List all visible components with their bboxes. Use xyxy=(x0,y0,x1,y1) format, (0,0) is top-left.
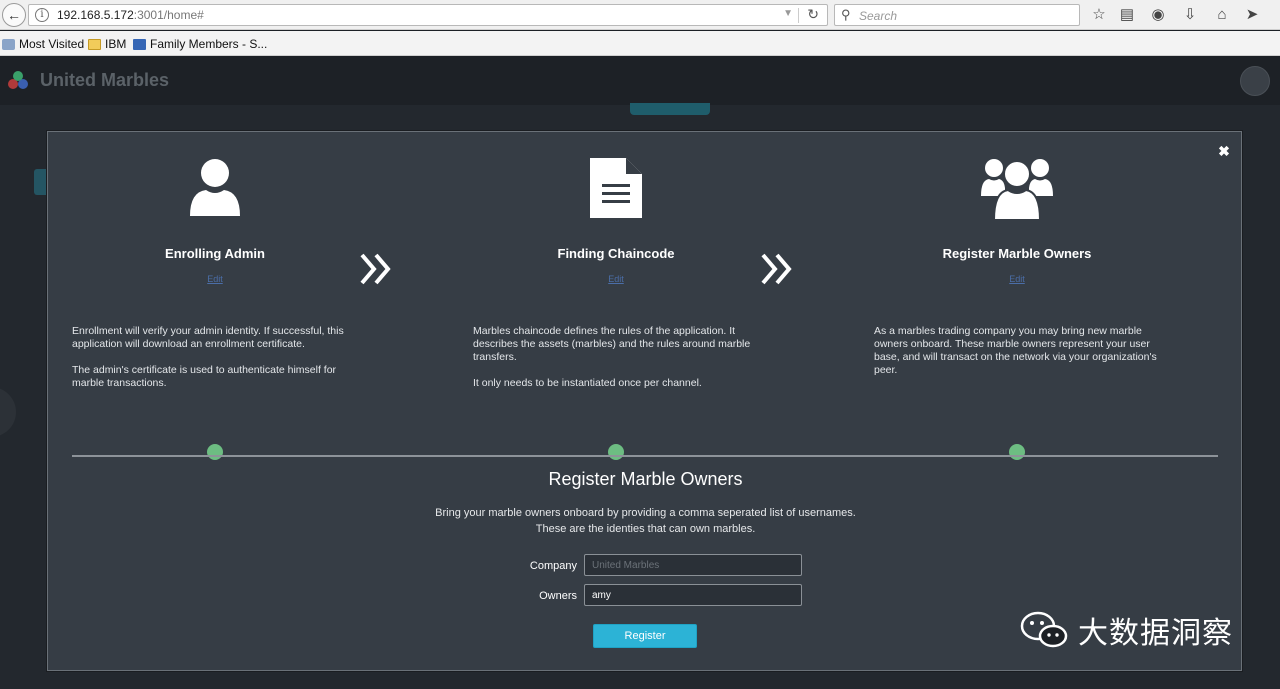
form-description: Bring your marble owners onboard by prov… xyxy=(48,505,1243,537)
user-icon xyxy=(65,150,365,222)
background-tab xyxy=(34,169,48,195)
bookmark-family-members[interactable]: Family Members - S... xyxy=(133,35,267,53)
back-button[interactable]: ← xyxy=(2,3,26,27)
browser-search-bar[interactable]: ⚲ Search xyxy=(834,4,1080,26)
star-icon[interactable]: ☆ xyxy=(1089,5,1109,25)
company-field[interactable] xyxy=(584,554,802,576)
bookmark-label: Most Visited xyxy=(19,37,85,51)
form-description-line: Bring your marble owners onboard by prov… xyxy=(435,507,856,519)
form-title: Register Marble Owners xyxy=(548,469,743,489)
bookmark-most-visited[interactable]: Most Visited xyxy=(2,35,84,53)
step-description-paragraph: Enrollment will verify your admin identi… xyxy=(72,325,344,350)
info-icon[interactable]: i xyxy=(35,8,49,22)
edit-link[interactable]: Edit xyxy=(466,274,766,284)
step-description-paragraph: As a marbles trading company you may bri… xyxy=(874,325,1157,376)
download-icon[interactable]: ⇩ xyxy=(1180,5,1200,25)
app-header: United Marbles xyxy=(0,57,1280,105)
status-dot xyxy=(1009,444,1025,460)
background-handle xyxy=(0,387,16,437)
folder-icon xyxy=(88,38,101,50)
url-bar[interactable]: i 192.168.5.172:3001/home# ▼ ↻ xyxy=(28,4,828,26)
step-description-paragraph: Marbles chaincode defines the rules of t… xyxy=(473,325,751,363)
watermark-text: 大数据洞察 xyxy=(1078,616,1233,651)
edit-link[interactable]: Edit xyxy=(65,274,365,284)
status-dot xyxy=(207,444,223,460)
url-host: 192.168.5.172 xyxy=(57,8,134,22)
step-description: Enrollment will verify your admin identi… xyxy=(72,325,362,390)
pocket-icon[interactable]: ◉ xyxy=(1148,5,1168,25)
edit-link[interactable]: Edit xyxy=(867,274,1167,284)
reload-icon[interactable]: ↻ xyxy=(807,6,819,23)
browser-toolbar: ← i 192.168.5.172:3001/home# ▼ ↻ ⚲ Searc… xyxy=(0,0,1280,30)
marbles-logo-icon xyxy=(8,71,30,91)
step-description: As a marbles trading company you may bri… xyxy=(874,325,1164,377)
step-title: Finding Chaincode xyxy=(557,246,675,261)
setup-modal: ✖ Enrolling Admin Edit Enrollment will v… xyxy=(47,131,1242,671)
bookmark-label: Family Members - S... xyxy=(150,37,268,51)
app-title: United Marbles xyxy=(40,70,170,90)
step-description: Marbles chaincode defines the rules of t… xyxy=(473,325,763,390)
users-icon xyxy=(867,150,1167,222)
register-button[interactable]: Register xyxy=(593,624,697,648)
search-placeholder: Search xyxy=(859,9,898,23)
url-text[interactable]: 192.168.5.172:3001/home# xyxy=(57,8,204,22)
step-title: Register Marble Owners xyxy=(942,246,1092,261)
form-description-line: These are the identies that can own marb… xyxy=(535,523,756,535)
step-description-paragraph: The admin's certificate is used to authe… xyxy=(72,364,337,389)
owners-label: Owners xyxy=(539,590,577,602)
avatar[interactable] xyxy=(1240,66,1270,96)
page-icon xyxy=(133,38,146,50)
bookmark-icon xyxy=(2,38,15,50)
send-icon[interactable]: ➤ xyxy=(1242,5,1262,25)
bookmark-label: IBM xyxy=(105,37,127,51)
clipboard-icon[interactable]: ▤ xyxy=(1117,5,1137,25)
bookmarks-bar: Most Visited IBM Family Members - S... xyxy=(0,31,1280,56)
url-divider xyxy=(798,8,799,23)
company-label: Company xyxy=(529,560,577,572)
search-icon: ⚲ xyxy=(841,7,851,22)
chevron-down-icon[interactable]: ▼ xyxy=(783,8,793,19)
double-chevron-right-icon xyxy=(358,251,394,287)
watermark: 大数据洞察 xyxy=(1020,610,1233,651)
double-chevron-right-icon xyxy=(759,251,795,287)
home-icon[interactable]: ⌂ xyxy=(1212,5,1232,25)
url-path: :3001/home# xyxy=(133,8,204,22)
document-icon xyxy=(466,150,766,222)
close-button[interactable]: ✖ xyxy=(1217,144,1231,158)
step-title: Enrolling Admin xyxy=(165,246,265,261)
step-description-paragraph: It only needs to be instantiated once pe… xyxy=(473,377,702,389)
owners-field[interactable] xyxy=(584,584,802,606)
wechat-icon xyxy=(1020,610,1070,650)
background-button xyxy=(630,103,710,115)
bookmark-ibm[interactable]: IBM xyxy=(88,35,126,53)
divider xyxy=(72,455,1218,457)
status-dot xyxy=(608,444,624,460)
